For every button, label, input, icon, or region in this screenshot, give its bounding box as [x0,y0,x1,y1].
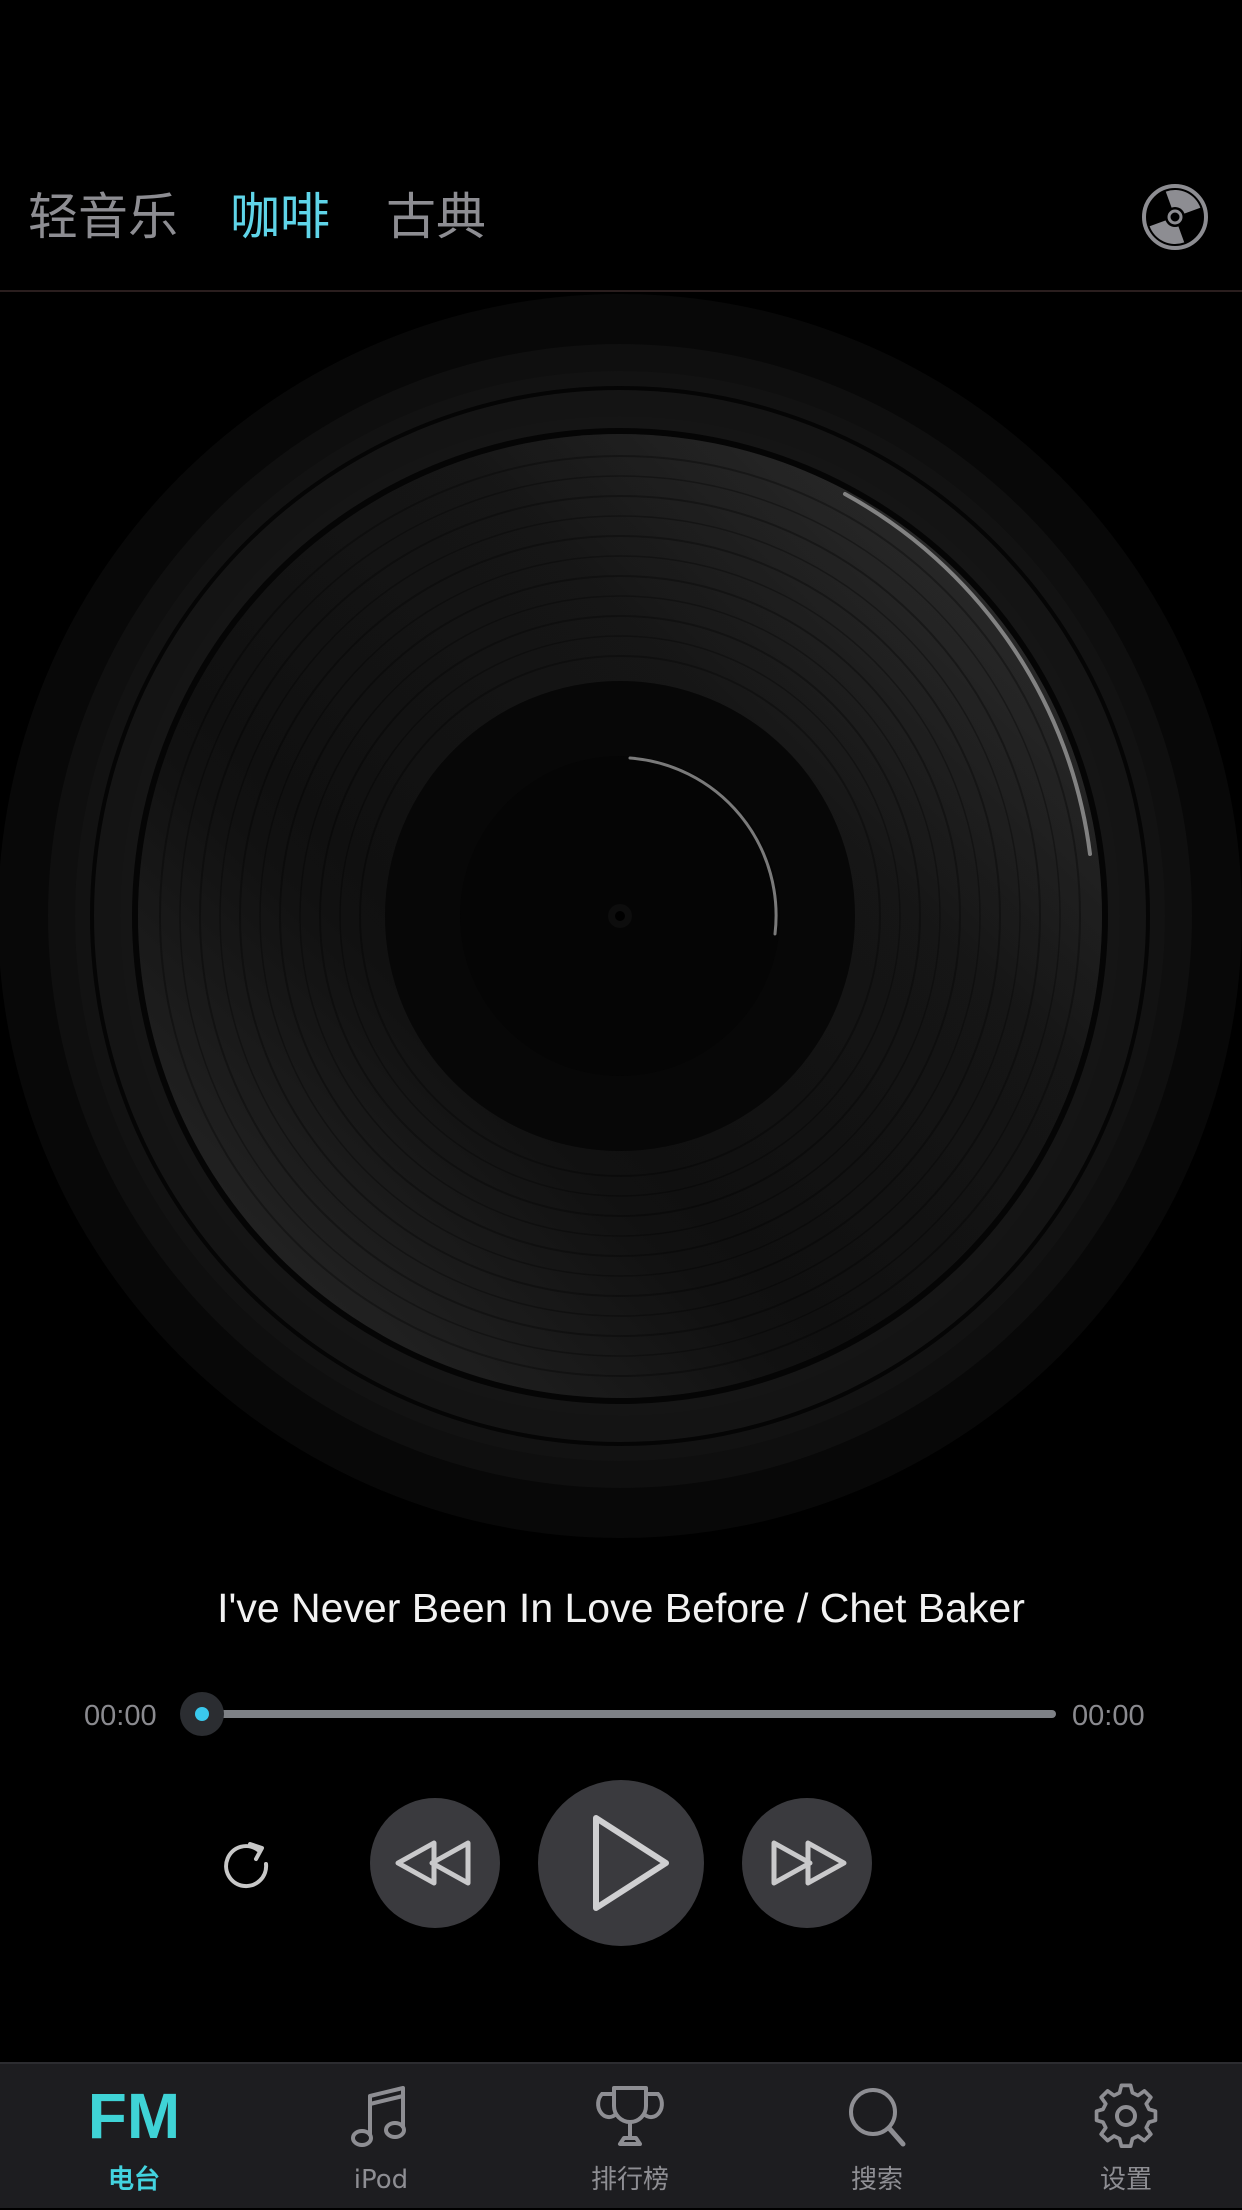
repeat-button[interactable] [216,1834,280,1898]
trophy-icon [596,2086,664,2146]
tabbar-ipod[interactable]: iPod [281,2064,481,2210]
search-icon [849,2088,906,2147]
rewind-icon [395,1840,471,1886]
play-icon [593,1815,669,1911]
fast-forward-icon [771,1840,847,1886]
tabbar-search[interactable]: 搜索 [777,2064,977,2210]
elapsed-time: 00:00 [84,1700,157,1732]
tabbar-settings[interactable]: 设置 [1026,2064,1226,2210]
vinyl-record-artwork [0,294,1242,1544]
tabbar-radio-label: 电台 [107,2165,160,2195]
progress-slider[interactable] [202,1710,1056,1718]
tabbar-charts-label: 排行榜 [590,2165,669,2195]
gear-icon [1094,2083,1158,2148]
bottom-tab-bar: FM 电台 iPod 排行榜 搜索 设置 [0,2062,1242,2208]
tabbar-radio[interactable]: FM 电台 [34,2064,234,2210]
track-title: I've Never Been In Love Before / Chet Ba… [217,1585,1025,1631]
fast-forward-button[interactable] [742,1798,872,1928]
tab-coffee[interactable]: 咖啡 [230,182,330,252]
fm-icon: FM [87,2080,181,2152]
tabbar-search-label: 搜索 [850,2165,903,2195]
repeat-icon [224,1842,269,1889]
tabbar-charts[interactable]: 排行榜 [530,2064,730,2210]
tabbar-settings-label: 设置 [1099,2165,1152,2195]
music-note-icon [351,2086,406,2147]
tabbar-ipod-label: iPod [353,2165,409,2195]
rewind-button[interactable] [370,1798,500,1928]
vinyl-disc-icon[interactable] [1140,182,1210,252]
genre-tab-bar: 轻音乐 咖啡 古典 [0,0,1242,292]
progress-thumb[interactable] [180,1692,224,1736]
tab-light-music[interactable]: 轻音乐 [28,182,178,252]
tab-classical[interactable]: 古典 [386,182,486,252]
total-time: 00:00 [1072,1700,1145,1732]
play-button[interactable] [538,1780,704,1946]
